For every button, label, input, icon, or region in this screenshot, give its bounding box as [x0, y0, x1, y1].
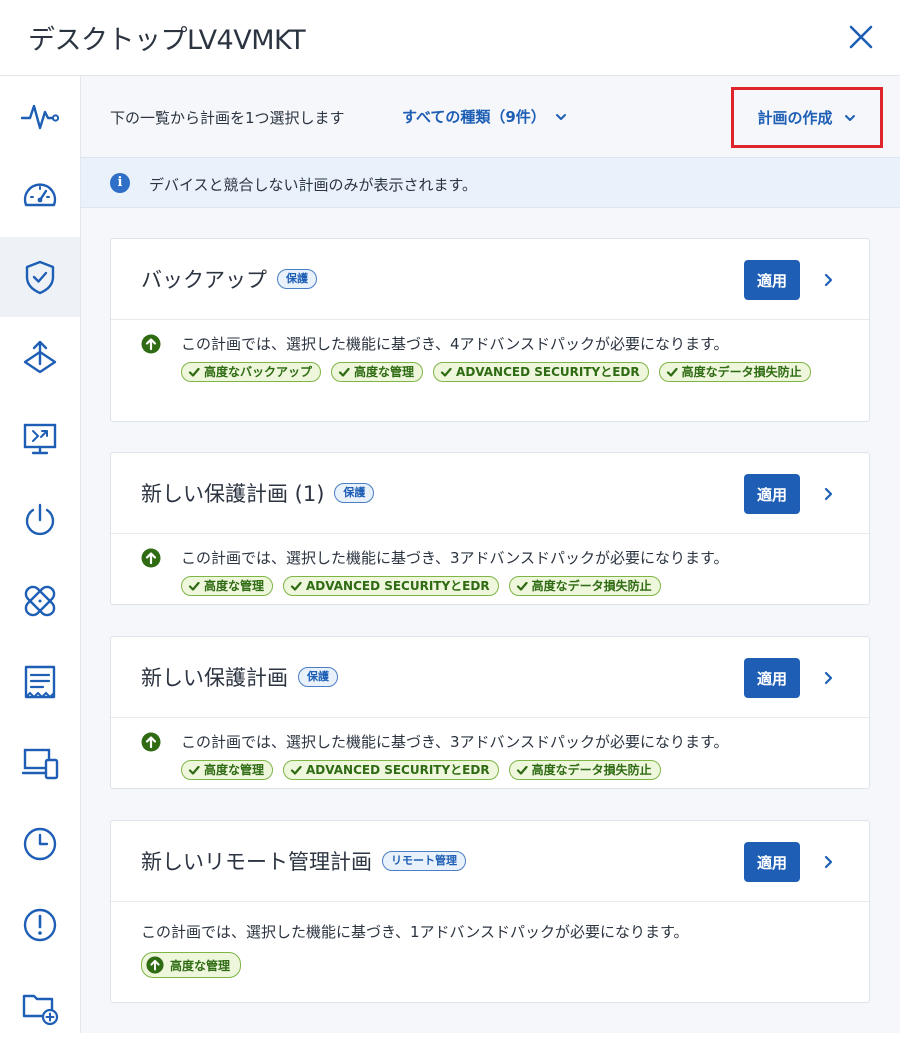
plan-type-badge: 保護 — [298, 667, 338, 687]
feature-tag: ADVANCED SECURITYとEDR — [283, 576, 499, 596]
sidebar-item-recovery[interactable] — [0, 561, 80, 641]
sidebar-item-schedule[interactable] — [0, 804, 80, 884]
dashboard-icon — [23, 183, 57, 207]
info-banner: i デバイスと競合しない計画のみが表示されます。 — [81, 157, 900, 208]
feature-tag: ADVANCED SECURITYとEDR — [283, 760, 499, 780]
plan-title: 新しい保護計画 (1) — [141, 482, 325, 506]
plan-type-badge: 保護 — [277, 269, 317, 289]
plan-type-filter-label: すべての種類（9件） — [402, 108, 546, 126]
remote-desktop-icon — [23, 423, 57, 455]
apply-button[interactable]: 適用 — [744, 260, 800, 300]
upgrade-arrow-icon — [146, 956, 164, 974]
check-icon — [440, 367, 452, 377]
main-panel: 下の一覧から計画を1つ選択します すべての種類（9件） 計画の作成 i デバイス… — [81, 76, 900, 1033]
feature-tags: 高度な管理 ADVANCED SECURITYとEDR 高度なデータ損失防止 — [111, 576, 811, 596]
check-icon — [188, 367, 200, 377]
inventory-icon — [24, 665, 56, 699]
plan-card[interactable]: バックアップ 保護 適用 この計画では、選択した機能に基づき、4アドバンスドパッ… — [110, 238, 870, 422]
upgrade-arrow-icon — [141, 732, 161, 752]
sidebar-item-inventory[interactable] — [0, 642, 80, 722]
requirement-text: この計画では、選択した機能に基づき、4アドバンスドパックが必要になります。 — [181, 335, 729, 353]
folder-add-icon — [22, 994, 59, 1026]
bandage-icon — [24, 585, 56, 617]
feature-tag: ADVANCED SECURITYとEDR — [433, 362, 649, 382]
chevron-right-icon[interactable] — [819, 666, 839, 690]
activity-icon — [20, 104, 60, 130]
sidebar-item-folder-add[interactable] — [0, 966, 80, 1046]
alert-icon — [23, 908, 57, 942]
check-icon — [516, 765, 528, 775]
chevron-right-icon[interactable] — [819, 482, 839, 506]
toolbar: 下の一覧から計画を1つ選択します すべての種類（9件） 計画の作成 — [81, 76, 900, 157]
requirement-text: この計画では、選択した機能に基づき、3アドバンスドパックが必要になります。 — [181, 549, 729, 567]
feature-tag: 高度な管理 — [181, 760, 274, 780]
feature-tag: 高度な管理 — [331, 362, 424, 382]
plan-card-header: バックアップ 保護 適用 — [111, 239, 869, 320]
plan-card-header: 新しい保護計画 (1) 保護 適用 — [111, 453, 869, 534]
upgrade-arrow-icon — [141, 334, 161, 354]
plan-type-badge: リモート管理 — [382, 851, 466, 871]
sidebar-item-remote-desktop[interactable] — [0, 399, 80, 479]
select-plan-label: 下の一覧から計画を1つ選択します — [110, 109, 345, 127]
devices-icon — [21, 748, 59, 780]
chevron-down-icon — [555, 113, 566, 120]
sidebar-item-protection[interactable] — [0, 237, 80, 317]
apply-button[interactable]: 適用 — [744, 658, 800, 698]
check-icon — [338, 367, 350, 377]
check-icon — [290, 765, 302, 775]
check-icon — [188, 765, 200, 775]
apply-button[interactable]: 適用 — [744, 474, 800, 514]
chevron-right-icon[interactable] — [819, 268, 839, 292]
plan-type-badge: 保護 — [334, 483, 375, 503]
sidebar-item-power[interactable] — [0, 480, 80, 560]
sidebar-item-devices[interactable] — [0, 723, 80, 803]
feature-tag: 高度なデータ損失防止 — [508, 576, 661, 596]
check-icon — [290, 581, 302, 591]
feature-tag: 高度なデータ損失防止 — [508, 760, 661, 780]
info-text: デバイスと競合しない計画のみが表示されます。 — [149, 176, 478, 194]
plan-card-header: 新しい保護計画 保護 適用 — [111, 637, 869, 718]
check-icon — [516, 581, 528, 591]
feature-tag: 高度な管理 — [141, 952, 242, 978]
plan-type-filter[interactable]: すべての種類（9件） — [402, 106, 568, 127]
chevron-right-icon[interactable] — [819, 850, 839, 874]
dialog-title: デスクトップLV4VMKT — [28, 25, 306, 56]
plan-card[interactable]: 新しい保護計画 保護 適用 この計画では、選択した機能に基づき、3アドバンスドパ… — [110, 636, 870, 789]
sidebar — [0, 76, 81, 1033]
sidebar-item-alerts[interactable] — [0, 885, 80, 965]
plan-title: 新しいリモート管理計画 — [141, 850, 372, 874]
create-plan-button[interactable]: 計画の作成 — [731, 87, 883, 148]
apply-button[interactable]: 適用 — [744, 842, 800, 882]
shield-check-icon — [25, 260, 55, 295]
feature-tags: 高度なバックアップ 高度な管理 ADVANCED SECURITYとEDR 高度… — [111, 362, 811, 382]
check-icon — [188, 581, 200, 591]
chevron-down-icon — [844, 114, 855, 121]
check-icon — [666, 367, 678, 377]
upgrade-arrow-icon — [141, 548, 161, 568]
clock-icon — [23, 827, 57, 861]
deploy-icon — [23, 340, 57, 374]
close-icon[interactable] — [844, 20, 878, 54]
create-plan-label: 計画の作成 — [757, 109, 833, 127]
feature-tag: 高度なバックアップ — [181, 362, 322, 382]
power-icon — [25, 503, 55, 536]
requirement-text: この計画では、選択した機能に基づき、3アドバンスドパックが必要になります。 — [181, 733, 729, 751]
feature-tags: 高度な管理 ADVANCED SECURITYとEDR 高度なデータ損失防止 — [111, 760, 811, 780]
plan-card[interactable]: 新しい保護計画 (1) 保護 適用 この計画では、選択した機能に基づき、3アドバ… — [110, 452, 870, 605]
info-icon: i — [110, 173, 130, 193]
plan-card-header: 新しいリモート管理計画 リモート管理 適用 — [111, 821, 869, 902]
requirement-text: この計画では、選択した機能に基づき、1アドバンスドパックが必要になります。 — [141, 923, 689, 941]
plan-title: 新しい保護計画 — [141, 666, 288, 690]
sidebar-item-activity[interactable] — [0, 76, 80, 156]
plan-card[interactable]: 新しいリモート管理計画 リモート管理 適用 この計画では、選択した機能に基づき、… — [110, 820, 870, 1003]
sidebar-item-dashboard[interactable] — [0, 156, 80, 236]
feature-tag: 高度な管理 — [181, 576, 274, 596]
plan-title: バックアップ — [141, 268, 267, 292]
dialog-header: デスクトップLV4VMKT — [0, 0, 900, 76]
sidebar-item-deploy[interactable] — [0, 318, 80, 398]
feature-tag: 高度なデータ損失防止 — [658, 362, 811, 382]
